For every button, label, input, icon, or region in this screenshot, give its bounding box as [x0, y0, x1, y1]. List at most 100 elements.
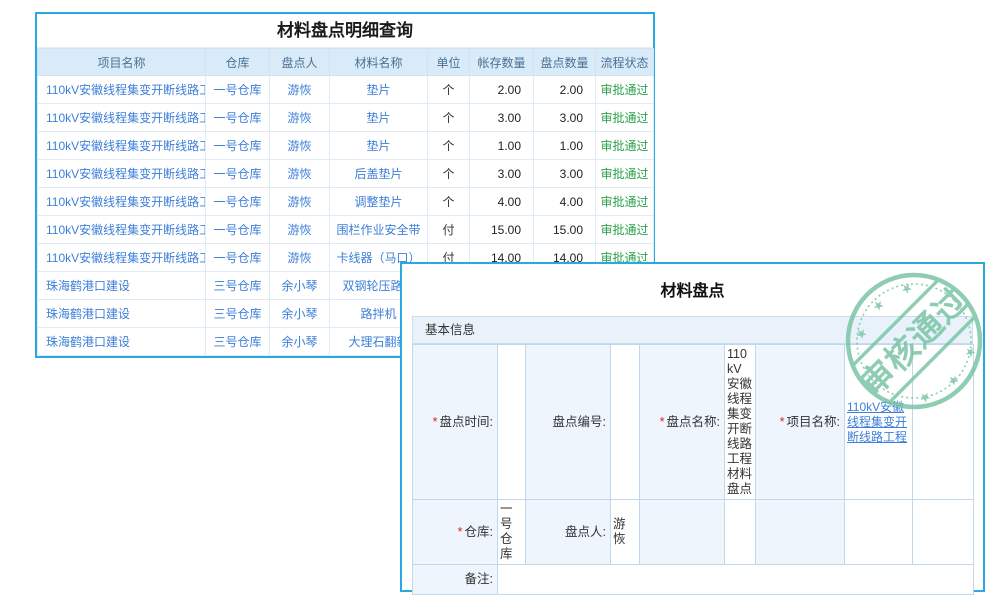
form-row-3: 备注:	[413, 565, 974, 595]
cell-book-qty: 3.00	[470, 160, 534, 188]
count-no-field[interactable]	[611, 345, 640, 500]
project-name-label-text: 项目名称:	[787, 415, 840, 429]
cell-material[interactable]: 垫片	[330, 76, 428, 104]
count-no-label: 盘点编号:	[526, 345, 611, 500]
column-header-status: 流程状态	[596, 49, 654, 76]
count-name-field[interactable]: 110kV安徽线程集变开断线路工程材料盘点	[725, 345, 756, 500]
cell-count-qty: 2.00	[534, 76, 596, 104]
person-field[interactable]: 游恢	[611, 500, 640, 565]
cell-material[interactable]: 调整垫片	[330, 188, 428, 216]
detail-form-table: *盘点时间: 盘点编号: *盘点名称: 110kV安徽线程集变开断线路工程材料盘…	[412, 344, 974, 595]
count-time-label: *盘点时间:	[413, 345, 498, 500]
cell-unit: 个	[428, 160, 470, 188]
cell-status: 审批通过	[596, 76, 654, 104]
cell-person: 游恢	[270, 132, 330, 160]
cell-warehouse: 一号仓库	[206, 160, 270, 188]
cell-person: 游恢	[270, 244, 330, 272]
table-row: 110kV安徽线程集变开断线路工程一号仓库游恢后盖垫片个3.003.00审批通过	[38, 160, 654, 188]
cell-status: 审批通过	[596, 132, 654, 160]
cell-person: 游恢	[270, 104, 330, 132]
required-marker: *	[660, 415, 665, 429]
cell-person: 游恢	[270, 216, 330, 244]
warehouse-field[interactable]: 一号仓库	[498, 500, 526, 565]
cell-unit: 付	[428, 216, 470, 244]
cell-project[interactable]: 珠海鹤港口建设	[38, 328, 206, 356]
query-table-header: 项目名称仓库盘点人材料名称单位帐存数量盘点数量流程状态	[38, 49, 654, 76]
cell-project[interactable]: 110kV安徽线程集变开断线路工程	[38, 188, 206, 216]
column-header-warehouse: 仓库	[206, 49, 270, 76]
cell-warehouse: 一号仓库	[206, 188, 270, 216]
warehouse-label: *仓库:	[413, 500, 498, 565]
empty-field	[725, 500, 756, 565]
form-row-2: *仓库: 一号仓库 盘点人: 游恢	[413, 500, 974, 565]
cell-project[interactable]: 110kV安徽线程集变开断线路工程	[38, 104, 206, 132]
cell-material[interactable]: 后盖垫片	[330, 160, 428, 188]
cell-project[interactable]: 珠海鹤港口建设	[38, 300, 206, 328]
cell-warehouse: 三号仓库	[206, 300, 270, 328]
column-header-material: 材料名称	[330, 49, 428, 76]
cell-material[interactable]: 垫片	[330, 104, 428, 132]
cell-project[interactable]: 110kV安徽线程集变开断线路工程	[38, 244, 206, 272]
cell-count-qty: 3.00	[534, 104, 596, 132]
cell-person: 游恢	[270, 160, 330, 188]
cell-project[interactable]: 珠海鹤港口建设	[38, 272, 206, 300]
column-header-unit: 单位	[428, 49, 470, 76]
person-label: 盘点人:	[526, 500, 611, 565]
cell-project[interactable]: 110kV安徽线程集变开断线路工程	[38, 132, 206, 160]
table-row: 110kV安徽线程集变开断线路工程一号仓库游恢调整垫片个4.004.00审批通过	[38, 188, 654, 216]
detail-panel: 材料盘点 基本信息 *盘点时间: 盘点编号: *盘点名称: 110kV安徽线程集…	[400, 262, 985, 592]
cell-count-qty: 1.00	[534, 132, 596, 160]
cell-person: 余小琴	[270, 328, 330, 356]
cell-unit: 个	[428, 132, 470, 160]
cell-count-qty: 4.00	[534, 188, 596, 216]
cell-project[interactable]: 110kV安徽线程集变开断线路工程	[38, 216, 206, 244]
empty-label	[756, 500, 845, 565]
detail-panel-title: 材料盘点	[402, 277, 983, 301]
cell-warehouse: 一号仓库	[206, 216, 270, 244]
cell-warehouse: 三号仓库	[206, 272, 270, 300]
cell-material[interactable]: 围栏作业安全带	[330, 216, 428, 244]
count-time-label-text: 盘点时间:	[440, 415, 493, 429]
cell-project[interactable]: 110kV安徽线程集变开断线路工程	[38, 160, 206, 188]
cell-person: 余小琴	[270, 272, 330, 300]
count-name-label-text: 盘点名称:	[667, 415, 720, 429]
count-no-label-text: 盘点编号:	[553, 415, 606, 429]
empty-field	[845, 500, 913, 565]
required-marker: *	[433, 415, 438, 429]
table-row: 110kV安徽线程集变开断线路工程一号仓库游恢围栏作业安全带付15.0015.0…	[38, 216, 654, 244]
project-link[interactable]: 110kV安徽线程集变开断线路工程	[847, 400, 907, 444]
cell-book-qty: 4.00	[470, 188, 534, 216]
column-header-project: 项目名称	[38, 49, 206, 76]
cell-status: 审批通过	[596, 104, 654, 132]
required-marker: *	[458, 525, 463, 539]
remark-label: 备注:	[413, 565, 498, 595]
basic-info-section-header: 基本信息	[412, 316, 973, 344]
cell-unit: 个	[428, 76, 470, 104]
column-header-count-qty: 盘点数量	[534, 49, 596, 76]
cell-book-qty: 3.00	[470, 104, 534, 132]
cell-book-qty: 15.00	[470, 216, 534, 244]
cell-book-qty: 1.00	[470, 132, 534, 160]
count-time-field[interactable]	[498, 345, 526, 500]
column-header-book-qty: 帐存数量	[470, 49, 534, 76]
project-name-field: 110kV安徽线程集变开断线路工程	[845, 345, 913, 500]
cell-warehouse: 一号仓库	[206, 76, 270, 104]
person-label-text: 盘点人:	[565, 525, 606, 539]
empty-field	[913, 500, 974, 565]
cell-status: 审批通过	[596, 216, 654, 244]
query-panel-title: 材料盘点明细查询	[37, 14, 653, 48]
table-row: 110kV安徽线程集变开断线路工程一号仓库游恢垫片个3.003.00审批通过	[38, 104, 654, 132]
cell-warehouse: 一号仓库	[206, 244, 270, 272]
cell-project[interactable]: 110kV安徽线程集变开断线路工程	[38, 76, 206, 104]
remark-field[interactable]	[498, 565, 974, 595]
empty-field	[913, 345, 974, 500]
cell-count-qty: 3.00	[534, 160, 596, 188]
warehouse-label-text: 仓库:	[465, 525, 493, 539]
form-row-1: *盘点时间: 盘点编号: *盘点名称: 110kV安徽线程集变开断线路工程材料盘…	[413, 345, 974, 500]
count-name-label: *盘点名称:	[640, 345, 725, 500]
cell-warehouse: 一号仓库	[206, 132, 270, 160]
column-header-person: 盘点人	[270, 49, 330, 76]
cell-status: 审批通过	[596, 160, 654, 188]
cell-material[interactable]: 垫片	[330, 132, 428, 160]
cell-unit: 个	[428, 188, 470, 216]
